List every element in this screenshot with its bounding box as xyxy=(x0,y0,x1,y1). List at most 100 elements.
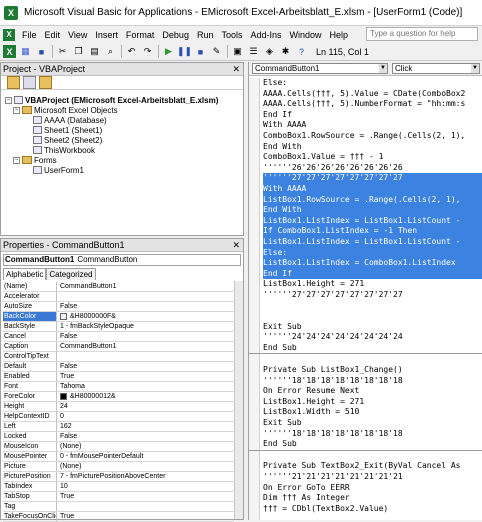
code-line[interactable]: Exit Sub xyxy=(263,322,482,333)
tab-categorized[interactable]: Categorized xyxy=(46,268,96,280)
property-row[interactable]: BackColor &H8000000F& xyxy=(3,312,234,322)
object-browser-icon[interactable]: ◈ xyxy=(263,45,276,58)
property-value[interactable]: True xyxy=(57,372,234,381)
property-row[interactable]: TabStop True xyxy=(3,492,234,502)
code-line[interactable]: ''''''21'21'21'21'21'21'21'21 xyxy=(263,472,482,483)
property-value[interactable]: False xyxy=(57,432,234,441)
property-value[interactable]: CommandButton1 xyxy=(57,282,234,291)
property-row[interactable]: ControlTipText xyxy=(3,352,234,362)
find-icon[interactable]: ⌕ xyxy=(104,45,117,58)
code-line[interactable]: ''''''24'24'24'24'24'24'24'24 xyxy=(263,332,482,343)
property-row[interactable]: Default False xyxy=(3,362,234,372)
property-row[interactable]: (Name) CommandButton1 xyxy=(3,282,234,292)
property-value[interactable]: 7 - fmPicturePositionAboveCenter xyxy=(57,472,234,481)
property-row[interactable]: MousePointer 0 - fmMousePointerDefault xyxy=(3,452,234,462)
toggle-folders-icon[interactable] xyxy=(39,76,52,89)
property-row[interactable]: Tag xyxy=(3,502,234,512)
tree-item-userform[interactable]: UserForm1 xyxy=(33,165,84,175)
property-value[interactable]: (None) xyxy=(57,462,234,471)
tree-item-forms[interactable]: − Forms xyxy=(13,155,57,165)
property-value[interactable]: &H8000000F& xyxy=(57,312,234,321)
redo-icon[interactable]: ↷ xyxy=(141,45,154,58)
property-value[interactable]: 0 xyxy=(57,412,234,421)
tree-item-sheet[interactable]: Sheet1 (Sheet1) xyxy=(33,125,102,135)
property-row[interactable]: Caption CommandButton1 xyxy=(3,342,234,352)
break-icon[interactable]: ❚❚ xyxy=(177,45,192,58)
code-line-selected[interactable]: ListBox1.RowSource = .Range(.Cells(2, 1)… xyxy=(263,194,482,206)
menu-tools[interactable]: Tools xyxy=(217,30,246,40)
code-line[interactable]: End Sub xyxy=(263,343,482,354)
collapse-icon[interactable]: − xyxy=(13,156,20,164)
code-line[interactable]: With AAAA xyxy=(263,120,482,131)
help-icon[interactable]: ? xyxy=(295,45,308,58)
code-line-selected[interactable]: ListBox1.ListIndex = ComboBox1.ListIndex xyxy=(263,258,482,269)
code-line[interactable]: End If xyxy=(263,110,482,121)
code-line[interactable]: ††† = CDbl(TextBox2.Value) xyxy=(263,504,482,515)
collapse-icon[interactable]: − xyxy=(13,106,20,114)
close-icon[interactable]: ✕ xyxy=(232,63,240,76)
run-icon[interactable]: ▶ xyxy=(162,45,175,58)
property-value[interactable]: 24 xyxy=(57,402,234,411)
menu-addins[interactable]: Add-Ins xyxy=(246,30,285,40)
code-line[interactable]: ListBox1.Height = 271 xyxy=(263,279,482,290)
properties-scrollbar[interactable] xyxy=(234,281,243,519)
code-line[interactable]: AAAA.Cells(†††, 5).NumberFormat = "hh:mm… xyxy=(263,99,482,110)
property-value[interactable]: False xyxy=(57,332,234,341)
property-value[interactable]: False xyxy=(57,362,234,371)
property-row[interactable]: Left 162 xyxy=(3,422,234,432)
insert-userform-icon[interactable]: ▦ xyxy=(19,45,32,58)
code-line[interactable]: ComboBox1.Value = ††† - 1 xyxy=(263,152,482,163)
code-line[interactable]: End With xyxy=(263,142,482,153)
properties-window-icon[interactable]: ☰ xyxy=(247,45,260,58)
property-value[interactable]: &H80000012& xyxy=(57,392,234,401)
code-line-selected[interactable]: ListBox1.ListIndex = ListBox1.ListCount … xyxy=(263,215,482,227)
property-value[interactable]: True xyxy=(57,492,234,501)
tree-item-thisworkbook[interactable]: ThisWorkbook xyxy=(33,145,95,155)
code-line[interactable]: Private Sub ListBox1_Change() xyxy=(263,365,482,376)
menu-format[interactable]: Format xyxy=(122,30,159,40)
help-search-input[interactable]: Type a question for help xyxy=(366,27,478,41)
property-row[interactable]: TabIndex 10 xyxy=(3,482,234,492)
undo-icon[interactable]: ↶ xyxy=(125,45,138,58)
property-value[interactable]: (None) xyxy=(57,442,234,451)
tree-item-sheet[interactable]: Sheet2 (Sheet2) xyxy=(33,135,102,145)
property-row[interactable]: TakeFocusOnClick True xyxy=(3,512,234,522)
menu-edit[interactable]: Edit xyxy=(41,30,65,40)
code-line[interactable]: On Error Resume Next xyxy=(263,386,482,397)
code-line-selected[interactable]: If ComboBox1.ListIndex = -1 Then xyxy=(263,226,482,237)
property-row[interactable]: HelpContextID 0 xyxy=(3,412,234,422)
code-line[interactable] xyxy=(263,354,482,365)
property-value[interactable] xyxy=(57,502,234,511)
code-line[interactable]: ''''''27'27'27'27'27'27'27'27 xyxy=(263,290,482,301)
close-icon[interactable]: ✕ xyxy=(232,239,240,252)
tree-item-sheet[interactable]: AAAA (Database) xyxy=(33,115,107,125)
collapse-icon[interactable]: − xyxy=(5,96,12,104)
object-selector[interactable]: CommandButton1 CommandButton xyxy=(3,254,241,266)
code-line[interactable]: Exit Sub xyxy=(263,418,482,429)
tree-item-excel-objects[interactable]: − Microsoft Excel Objects xyxy=(13,105,118,115)
code-line[interactable]: ''''''26'26'26'26'26'26'26'26 xyxy=(263,163,482,174)
cut-icon[interactable]: ✂ xyxy=(56,45,69,58)
chevron-down-icon[interactable]: ▼ xyxy=(471,64,479,73)
code-line[interactable]: Private Sub TextBox2_Exit(ByVal Cancel A… xyxy=(263,461,482,472)
property-row[interactable]: PicturePosition 7 - fmPicturePositionAbov… xyxy=(3,472,234,482)
tree-item-vbaproject[interactable]: − VBAProject (EMicrosoft Excel-Arbeitsbl… xyxy=(5,95,218,105)
property-row[interactable]: ForeColor &H80000012& xyxy=(3,392,234,402)
view-excel-icon[interactable]: X xyxy=(3,45,16,58)
property-row[interactable]: Enabled True xyxy=(3,372,234,382)
property-row[interactable]: Picture (None) xyxy=(3,462,234,472)
menu-file[interactable]: File xyxy=(18,30,41,40)
code-line[interactable]: AAAA.Cells(†††, 5).Value = CDate(ComboBo… xyxy=(263,89,482,100)
property-value[interactable]: Tahoma xyxy=(57,382,234,391)
code-line[interactable]: Else: xyxy=(263,78,482,89)
code-line[interactable]: ComboBox1.RowSource = .Range(.Cells(2, 1… xyxy=(263,131,482,142)
property-row[interactable]: BackStyle 1 - fmBackStyleOpaque xyxy=(3,322,234,332)
code-line[interactable]: ''''''18'18'18'18'18'18'18'18 xyxy=(263,376,482,387)
view-code-icon[interactable] xyxy=(7,76,20,89)
paste-icon[interactable]: ▤ xyxy=(88,45,101,58)
code-line[interactable] xyxy=(263,300,482,311)
property-row[interactable]: AutoSize False xyxy=(3,302,234,312)
procedure-combo[interactable]: Click ▼ xyxy=(392,63,480,74)
property-row[interactable]: Font Tahoma xyxy=(3,382,234,392)
reset-icon[interactable]: ■ xyxy=(194,45,207,58)
